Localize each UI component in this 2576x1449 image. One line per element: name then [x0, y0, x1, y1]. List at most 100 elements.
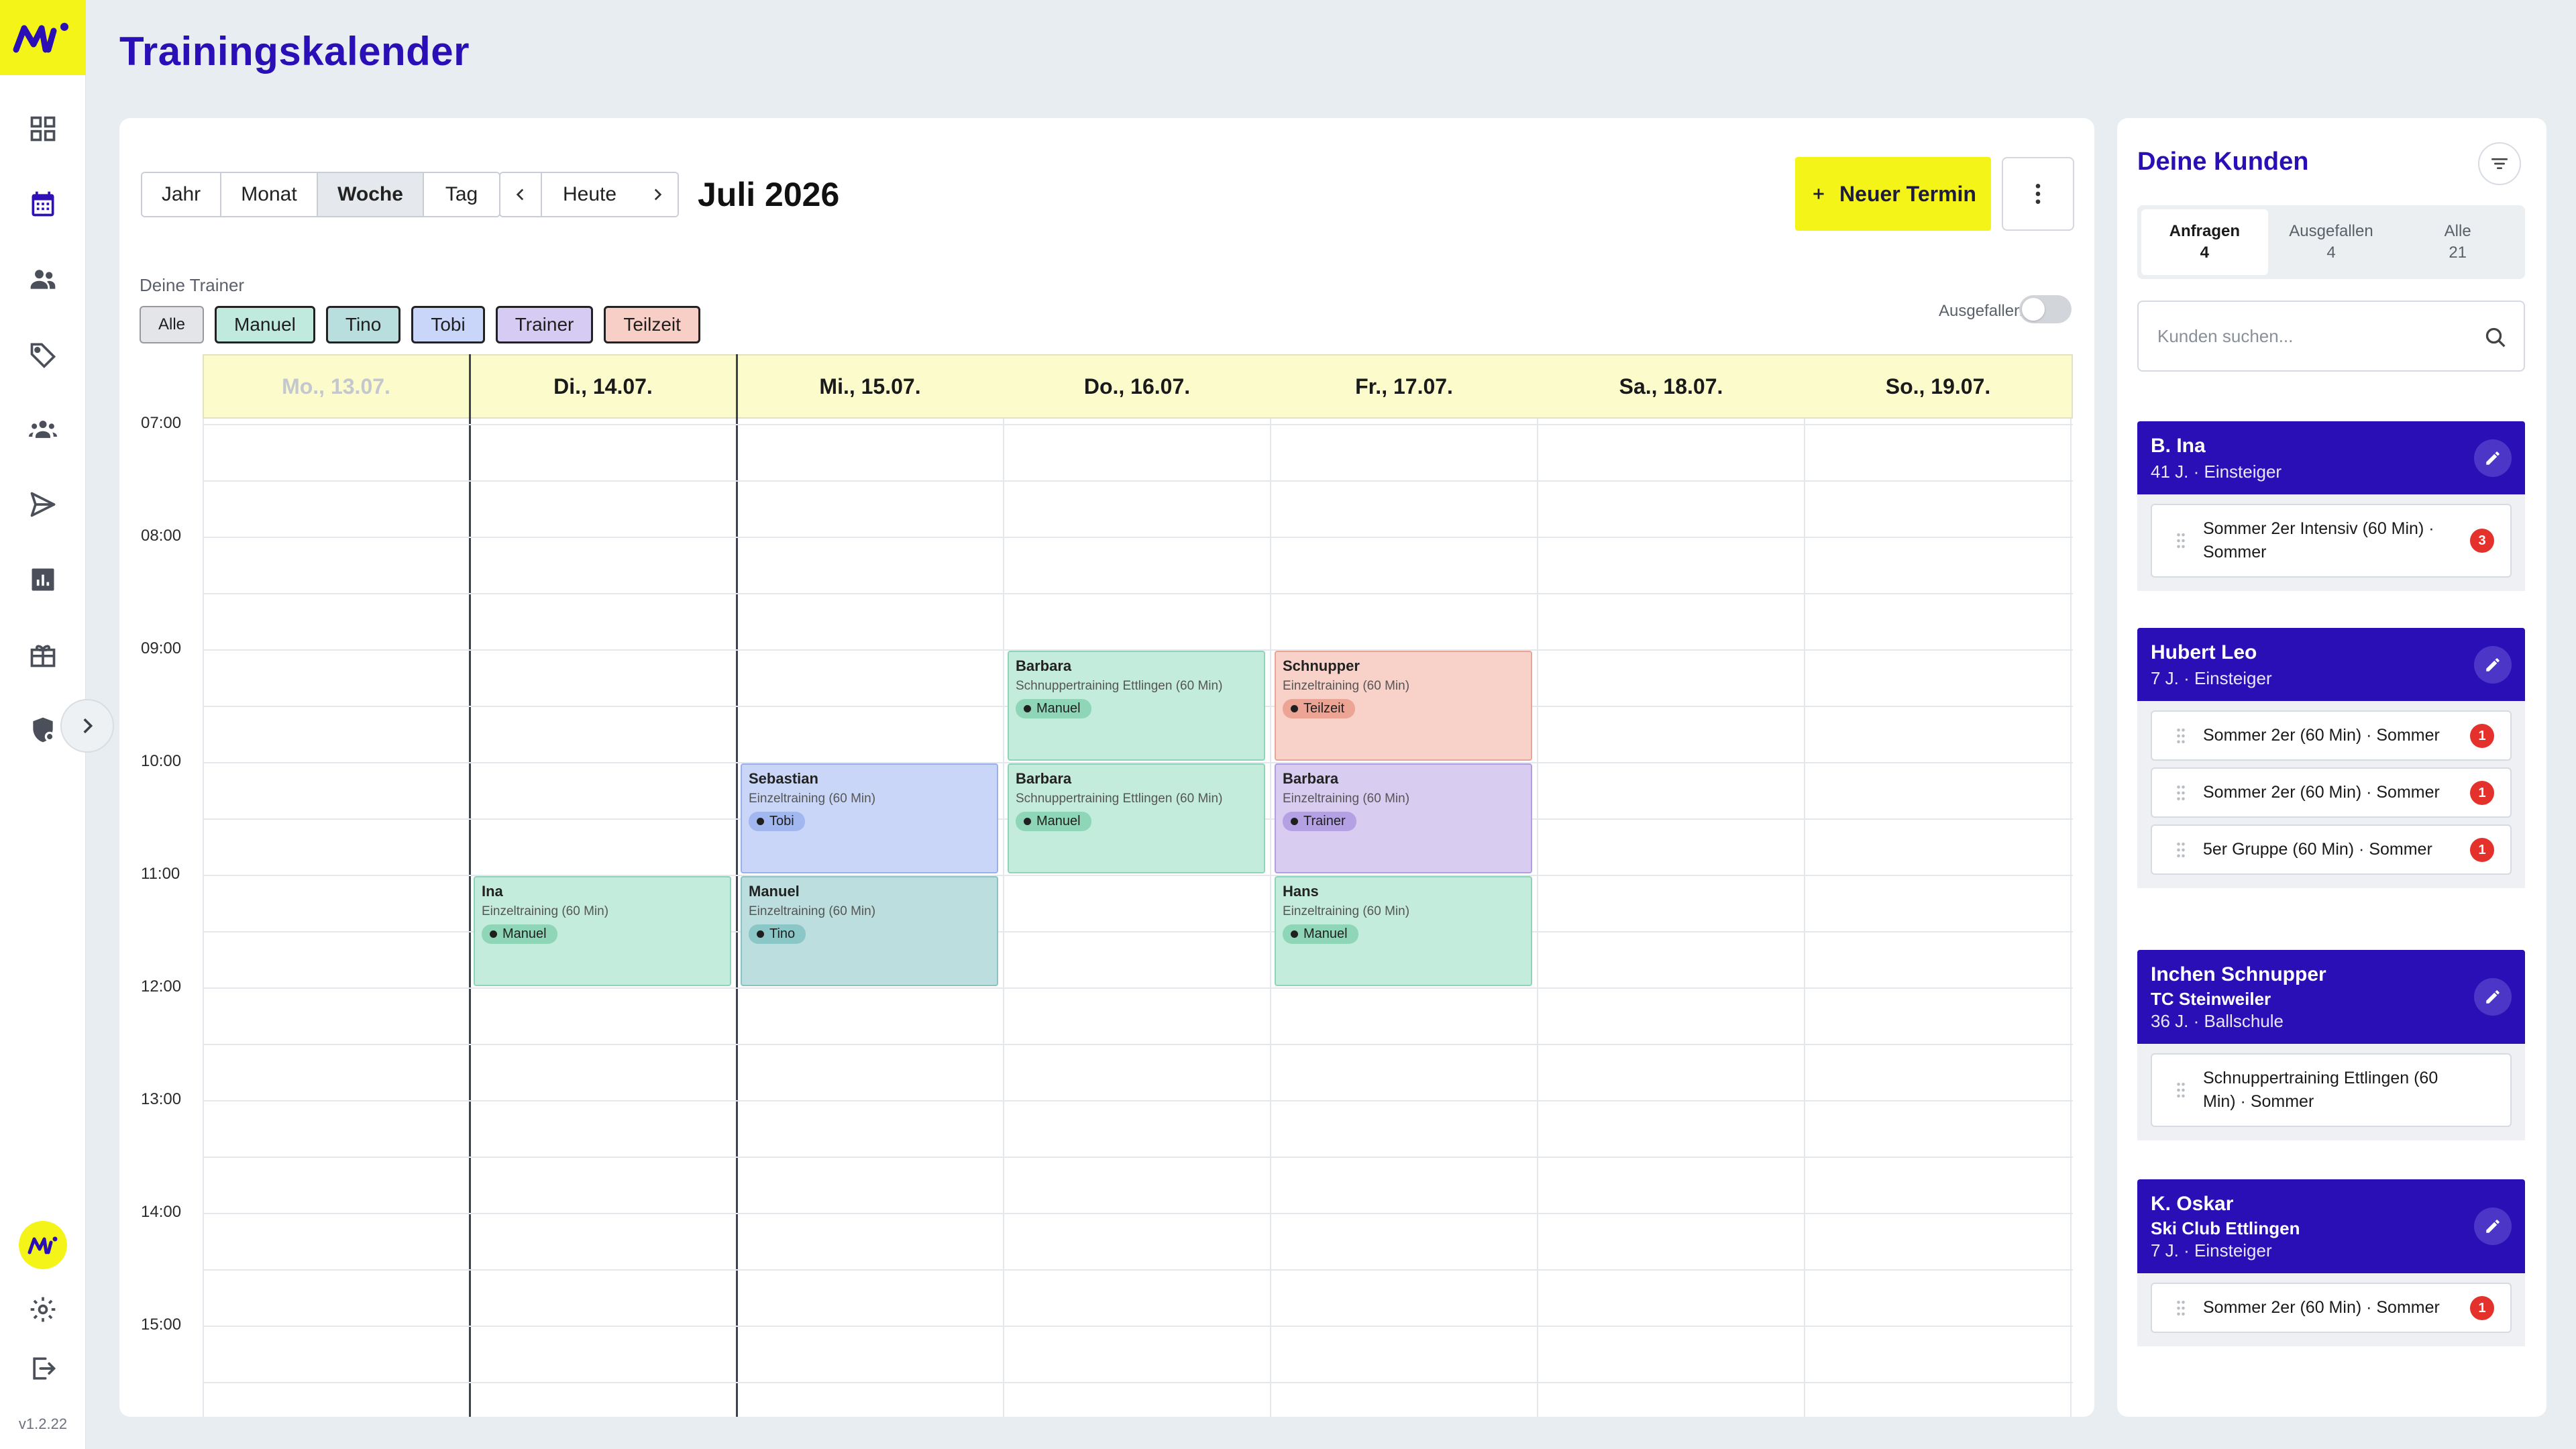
calendar-event[interactable]: Schnupper Einzeltraining (60 Min) Teilzeit [1275, 651, 1532, 761]
logo-mark-icon [13, 23, 68, 53]
edit-customer-button[interactable] [2474, 439, 2512, 477]
tab-alle[interactable]: Alle 21 [2394, 209, 2521, 275]
trainer-chip-trainer[interactable]: Trainer [495, 306, 594, 343]
booking-request[interactable]: Sommer 2er Intensiv (60 Min) · Sommer 3 [2151, 504, 2512, 578]
settings-icon[interactable] [23, 1289, 63, 1330]
plus-icon [1813, 189, 1824, 199]
event-client-name: Sebastian [749, 770, 818, 787]
drag-handle-icon[interactable] [2176, 784, 2186, 802]
cancelled-toggle[interactable] [2019, 295, 2072, 323]
hour-gridline [203, 1100, 2073, 1102]
shield-settings-icon[interactable] [23, 710, 63, 750]
day-header: Fr., 17.07. [1355, 374, 1453, 398]
booking-request[interactable]: Sommer 2er (60 Min) · Sommer 1 [2151, 1283, 2512, 1333]
logout-icon[interactable] [23, 1348, 63, 1389]
event-training-type: Einzeltraining (60 Min) [749, 792, 876, 806]
hour-gridline [203, 1213, 2073, 1214]
booking-title: Sommer 2er Intensiv (60 Min) · Sommer [2203, 519, 2434, 561]
half-hour-gridline [203, 593, 2073, 594]
view-year-button[interactable]: Jahr [142, 173, 221, 216]
chart-icon[interactable] [23, 559, 63, 600]
tab-ausgefallen[interactable]: Ausgefallen 4 [2268, 209, 2395, 275]
customer-bookings: Sommer 2er Intensiv (60 Min) · Sommer 3 [2137, 494, 2525, 591]
new-appointment-button[interactable]: Neuer Termin [1795, 157, 1991, 231]
customer-search [2137, 301, 2525, 372]
calendar-icon[interactable] [23, 184, 63, 224]
hour-label: 15:00 [141, 1316, 182, 1334]
new-appointment-label: Neuer Termin [1839, 181, 1976, 206]
hour-label: 12:00 [141, 977, 182, 996]
week-calendar-grid: Mo., 13.07. Di., 14.07. Mi., 15.07. Do., 16… [119, 354, 2094, 1417]
calendar-event[interactable]: Hans Einzeltraining (60 Min) Manuel [1275, 876, 1532, 986]
search-icon[interactable] [2482, 324, 2509, 351]
booking-title: Schnuppertraining Ettlingen (60 Min) · S… [2203, 1069, 2438, 1111]
customer-card: K. Oskar Ski Club Ettlingen 7 J. · Einstei… [2137, 1179, 2525, 1346]
day-column-divider [469, 354, 471, 1417]
day-header: Di., 14.07. [553, 374, 653, 398]
groups-icon[interactable] [23, 409, 63, 449]
customer-card: Inchen Schnupper TC Steinweiler 36 J. · Ba… [2137, 950, 2525, 1140]
tag-icon[interactable] [23, 334, 63, 374]
drag-handle-icon[interactable] [2176, 1299, 2186, 1317]
view-week-button[interactable]: Woche [318, 173, 424, 216]
users-icon[interactable] [23, 259, 63, 299]
cancelled-toggle-label: Ausgefallen [1939, 302, 2023, 320]
customer-card-header[interactable]: Hubert Leo 7 J. · Einsteiger [2137, 628, 2525, 701]
booking-request[interactable]: Sommer 2er (60 Min) · Sommer 1 [2151, 710, 2512, 761]
view-month-button[interactable]: Monat [221, 173, 318, 216]
hour-label: 13:00 [141, 1090, 182, 1108]
edit-customer-button[interactable] [2474, 978, 2512, 1016]
tab-count: 4 [2200, 244, 2210, 262]
event-client-name: Schnupper [1283, 657, 1360, 674]
customer-bookings: Sommer 2er (60 Min) · Sommer 1 Sommer 2er … [2137, 701, 2525, 888]
dashboard-icon[interactable] [23, 109, 63, 149]
trainer-chip-tino[interactable]: Tino [325, 306, 401, 343]
calendar-event[interactable]: Barbara Schnuppertraining Ettlingen (60 M… [1008, 651, 1265, 761]
event-client-name: Barbara [1283, 770, 1339, 787]
expand-sidebar-button[interactable] [60, 699, 114, 753]
drag-handle-icon[interactable] [2176, 841, 2186, 859]
hour-label: 08:00 [141, 527, 182, 545]
customer-search-input[interactable] [2139, 302, 2474, 370]
view-day-button[interactable]: Tag [424, 173, 499, 216]
calendar-event[interactable]: Manuel Einzeltraining (60 Min) Tino [741, 876, 998, 986]
edit-customer-button[interactable] [2474, 645, 2512, 684]
event-trainer-badge: Tobi [749, 812, 805, 831]
drag-handle-icon[interactable] [2176, 727, 2186, 745]
calendar-event[interactable]: Barbara Schnuppertraining Ettlingen (60 M… [1008, 763, 1265, 873]
event-trainer-badge: Manuel [482, 924, 557, 944]
calendar-panel: Jahr Monat Woche Tag Heute Juli 2026 Neu… [119, 118, 2094, 1417]
next-week-button[interactable] [637, 173, 678, 216]
view-switcher: Jahr Monat Woche Tag [141, 172, 500, 217]
customer-card-header[interactable]: B. Ina 41 J. · Einsteiger [2137, 421, 2525, 494]
trainer-chip-manuel[interactable]: Manuel [215, 306, 315, 343]
trainer-chip-tobi[interactable]: Tobi [411, 306, 485, 343]
edit-customer-button[interactable] [2474, 1208, 2512, 1245]
drag-handle-icon[interactable] [2176, 532, 2186, 549]
pencil-icon [2486, 1220, 2500, 1233]
tab-anfragen[interactable]: Anfragen 4 [2141, 209, 2268, 275]
trainer-chip-alle[interactable]: Alle [140, 306, 205, 343]
calendar-event[interactable]: Barbara Einzeltraining (60 Min) Trainer [1275, 763, 1532, 873]
brand-logo[interactable] [0, 0, 86, 75]
trainer-chip-teilzeit[interactable]: Teilzeit [604, 306, 700, 343]
calendar-event[interactable]: Sebastian Einzeltraining (60 Min) Tobi [741, 763, 998, 873]
filter-button[interactable] [2478, 142, 2521, 185]
customer-details: 7 J. · Einsteiger [2151, 1240, 2272, 1260]
customer-name: Hubert Leo [2151, 641, 2257, 663]
booking-request[interactable]: Sommer 2er (60 Min) · Sommer 1 [2151, 767, 2512, 818]
customer-card-header[interactable]: K. Oskar Ski Club Ettlingen 7 J. · Einstei… [2137, 1179, 2525, 1273]
customer-card-header[interactable]: Inchen Schnupper TC Steinweiler 36 J. · Ba… [2137, 950, 2525, 1044]
logo-mark-icon [28, 1236, 58, 1254]
chevron-right-icon [654, 189, 662, 201]
gift-icon[interactable] [23, 635, 63, 675]
booking-request[interactable]: Schnuppertraining Ettlingen (60 Min) · S… [2151, 1053, 2512, 1127]
booking-request[interactable]: 5er Gruppe (60 Min) · Sommer 1 [2151, 824, 2512, 875]
drag-handle-icon[interactable] [2176, 1081, 2186, 1099]
calendar-event[interactable]: Ina Einzeltraining (60 Min) Manuel [474, 876, 731, 986]
user-avatar[interactable] [19, 1221, 67, 1269]
more-options-button[interactable] [2002, 157, 2074, 231]
previous-week-button[interactable] [500, 173, 542, 216]
send-icon[interactable] [23, 484, 63, 525]
today-button[interactable]: Heute [542, 173, 637, 216]
